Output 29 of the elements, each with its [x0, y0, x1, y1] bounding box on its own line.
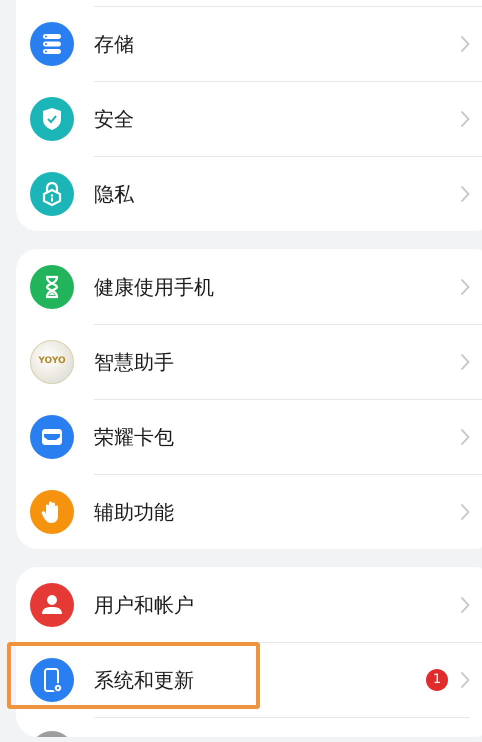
setting-label: 辅助功能 — [94, 499, 175, 526]
settings-row[interactable]: 用户和帐户 — [16, 567, 482, 642]
settings-row[interactable]: 存储 — [16, 6, 482, 81]
setting-label: 存储 — [94, 31, 135, 58]
chevron-icon — [460, 185, 470, 203]
chevron-icon — [460, 596, 470, 614]
setting-label: 安全 — [94, 106, 135, 133]
chevron-icon — [460, 428, 470, 446]
chevron-icon — [460, 671, 470, 689]
setting-label: 健康使用手机 — [94, 274, 215, 300]
setting-label: 智慧助手 — [94, 349, 175, 376]
settings-row[interactable]: 系统和更新 1 — [16, 642, 482, 717]
assistant-logo: YOYO — [30, 340, 74, 384]
setting-label: 隐私 — [94, 181, 135, 208]
setting-label: 荣耀卡包 — [94, 424, 175, 451]
chevron-icon — [460, 503, 470, 521]
settings-row[interactable]: YOYO 智慧助手 — [16, 324, 482, 399]
settings-row[interactable]: 健康使用手机 — [16, 249, 482, 324]
chevron-icon — [460, 278, 470, 296]
chevron-icon — [460, 35, 470, 53]
notification-badge: 1 — [426, 669, 448, 691]
settings-row[interactable]: 隐私 — [16, 156, 482, 231]
setting-label: 系统和更新 — [94, 667, 195, 694]
chevron-icon — [460, 110, 470, 128]
chevron-icon — [460, 353, 470, 371]
settings-row[interactable]: 荣耀卡包 — [16, 399, 482, 474]
setting-label: 用户和帐户 — [94, 592, 195, 618]
settings-row[interactable]: 辅助功能 — [16, 474, 482, 549]
settings-row[interactable]: 安全 — [16, 81, 482, 156]
